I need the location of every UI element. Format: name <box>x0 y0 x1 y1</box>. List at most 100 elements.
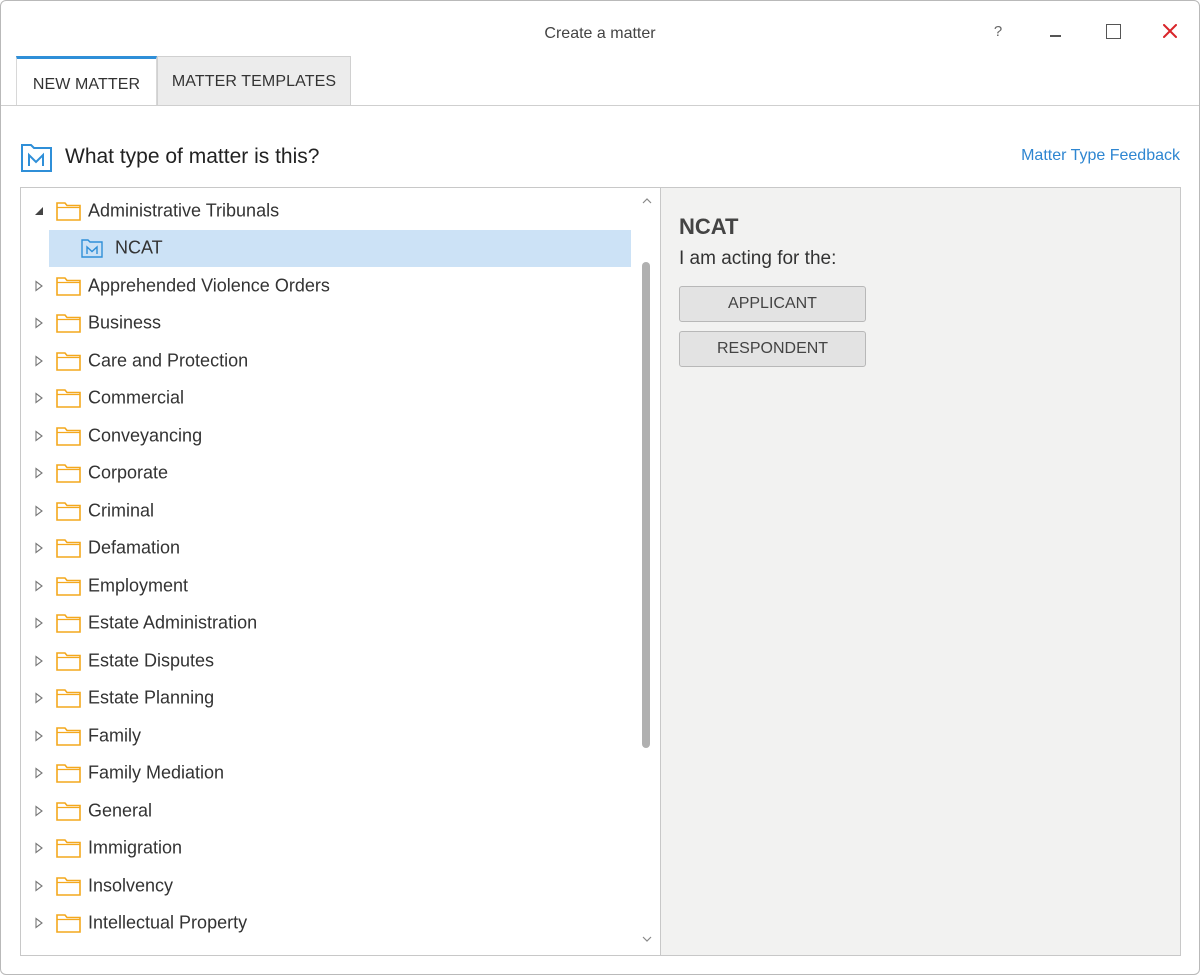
tree-item-label: Defamation <box>88 537 181 558</box>
folder-icon <box>56 501 81 521</box>
tab-matter-templates[interactable]: MATTER TEMPLATES <box>157 56 351 106</box>
matter-type-feedback-link[interactable]: Matter Type Feedback <box>1021 147 1180 165</box>
expand-arrow-icon[interactable] <box>33 767 45 779</box>
title-bar: Create a matter ? <box>1 1 1199 55</box>
tree-group-care-and-protection[interactable]: Care and Protection <box>21 342 631 380</box>
tree-item-label: Family <box>88 725 141 746</box>
folder-icon <box>56 426 81 446</box>
tab-bar: NEW MATTER MATTER TEMPLATES <box>16 56 351 106</box>
tree-group-family[interactable]: Family <box>21 717 631 755</box>
folder-icon <box>56 614 81 634</box>
tree-scrollbar[interactable] <box>634 188 660 955</box>
tree-group-administrative-tribunals[interactable]: Administrative Tribunals <box>21 192 631 230</box>
window-title: Create a matter <box>544 25 656 42</box>
expand-arrow-icon[interactable] <box>33 655 45 667</box>
folder-icon <box>56 351 81 371</box>
help-glyph: ? <box>993 22 1003 40</box>
tree-item-label: Care and Protection <box>88 350 249 371</box>
matter-icon <box>81 239 103 258</box>
expand-arrow-icon[interactable] <box>33 542 45 554</box>
maximize-icon[interactable] <box>1095 15 1131 47</box>
tree-group-insolvency[interactable]: Insolvency <box>21 867 631 905</box>
details-subtitle: I am acting for the: <box>679 248 837 269</box>
tree-item-label: Administrative Tribunals <box>88 200 280 221</box>
expand-arrow-icon[interactable] <box>33 580 45 592</box>
expand-arrow-icon[interactable] <box>33 505 45 517</box>
folder-icon <box>56 651 81 671</box>
tree-item-label: NCAT <box>115 237 163 258</box>
tree-group-general[interactable]: General <box>21 792 631 830</box>
tree-item-label: Insolvency <box>88 875 174 896</box>
expand-arrow-icon[interactable] <box>33 467 45 479</box>
tree-item-label: Conveyancing <box>88 425 203 446</box>
tree-group-estate-administration[interactable]: Estate Administration <box>21 605 631 643</box>
tree-group-corporate[interactable]: Corporate <box>21 455 631 493</box>
folder-icon <box>56 276 81 296</box>
collapse-arrow-icon[interactable] <box>33 205 45 217</box>
tree-group-defamation[interactable]: Defamation <box>21 530 631 568</box>
matter-details-panel: NCAT I am acting for the: APPLICANT RESP… <box>661 187 1181 956</box>
matter-type-tree: Administrative Tribunals NCAT Apprehende… <box>20 187 661 956</box>
tree-group-estate-disputes[interactable]: Estate Disputes <box>21 642 631 680</box>
expand-arrow-icon[interactable] <box>33 917 45 929</box>
scroll-up-icon[interactable] <box>641 196 653 206</box>
tree-group-conveyancing[interactable]: Conveyancing <box>21 417 631 455</box>
folder-icon <box>56 314 81 334</box>
close-icon[interactable] <box>1152 15 1188 47</box>
tree-group-apprehended-violence-orders[interactable]: Apprehended Violence Orders <box>21 267 631 305</box>
matter-type-question: What type of matter is this? <box>65 145 320 168</box>
respondent-button[interactable]: RESPONDENT <box>679 331 866 367</box>
tree-item-label: Corporate <box>88 462 169 483</box>
tree-item-label: General <box>88 800 153 821</box>
folder-icon <box>56 726 81 746</box>
tree-item-ncat[interactable]: NCAT <box>49 229 631 267</box>
folder-icon <box>56 914 81 934</box>
tab-divider <box>1 105 1199 106</box>
expand-arrow-icon[interactable] <box>33 617 45 629</box>
tree-item-label: Family Mediation <box>88 762 225 783</box>
expand-arrow-icon[interactable] <box>33 392 45 404</box>
tree-group-immigration[interactable]: Immigration <box>21 830 631 868</box>
tree-item-label: Apprehended Violence Orders <box>88 275 330 296</box>
create-matter-window: Create a matter ? NEW MATTER MATTER TEMP… <box>0 0 1200 975</box>
folder-icon <box>56 801 81 821</box>
folder-icon <box>56 839 81 859</box>
folder-icon <box>56 576 81 596</box>
expand-arrow-icon[interactable] <box>33 430 45 442</box>
applicant-button[interactable]: APPLICANT <box>679 286 866 322</box>
tree-item-label: Business <box>88 312 162 333</box>
expand-arrow-icon[interactable] <box>33 880 45 892</box>
tree-group-criminal[interactable]: Criminal <box>21 492 631 530</box>
tree-item-label: Estate Administration <box>88 612 258 633</box>
tab-new-matter[interactable]: NEW MATTER <box>16 56 157 106</box>
expand-arrow-icon[interactable] <box>33 355 45 367</box>
tree-group-business[interactable]: Business <box>21 305 631 343</box>
folder-icon <box>56 539 81 559</box>
tree-item-label: Immigration <box>88 837 183 858</box>
folder-icon <box>56 689 81 709</box>
tree-group-estate-planning[interactable]: Estate Planning <box>21 680 631 718</box>
folder-icon <box>56 464 81 484</box>
tree-list: Administrative Tribunals NCAT Apprehende… <box>21 192 631 942</box>
expand-arrow-icon[interactable] <box>33 730 45 742</box>
expand-arrow-icon[interactable] <box>33 842 45 854</box>
tree-item-label: Criminal <box>88 500 155 521</box>
expand-arrow-icon[interactable] <box>33 805 45 817</box>
folder-icon <box>56 764 81 784</box>
tree-group-family-mediation[interactable]: Family Mediation <box>21 755 631 793</box>
expand-arrow-icon[interactable] <box>33 692 45 704</box>
expand-arrow-icon[interactable] <box>33 317 45 329</box>
expand-arrow-icon[interactable] <box>33 280 45 292</box>
help-icon[interactable]: ? <box>980 15 1016 47</box>
minimize-icon[interactable] <box>1037 15 1073 47</box>
tree-item-label: Intellectual Property <box>88 912 248 933</box>
tree-group-intellectual-property[interactable]: Intellectual Property <box>21 905 631 943</box>
matter-type-icon <box>20 140 54 174</box>
scroll-down-icon[interactable] <box>641 934 653 944</box>
tree-item-label: Commercial <box>88 387 185 408</box>
folder-icon <box>56 389 81 409</box>
tree-item-label: Employment <box>88 575 189 596</box>
tree-group-commercial[interactable]: Commercial <box>21 380 631 418</box>
scroll-thumb[interactable] <box>642 262 650 748</box>
tree-group-employment[interactable]: Employment <box>21 567 631 605</box>
